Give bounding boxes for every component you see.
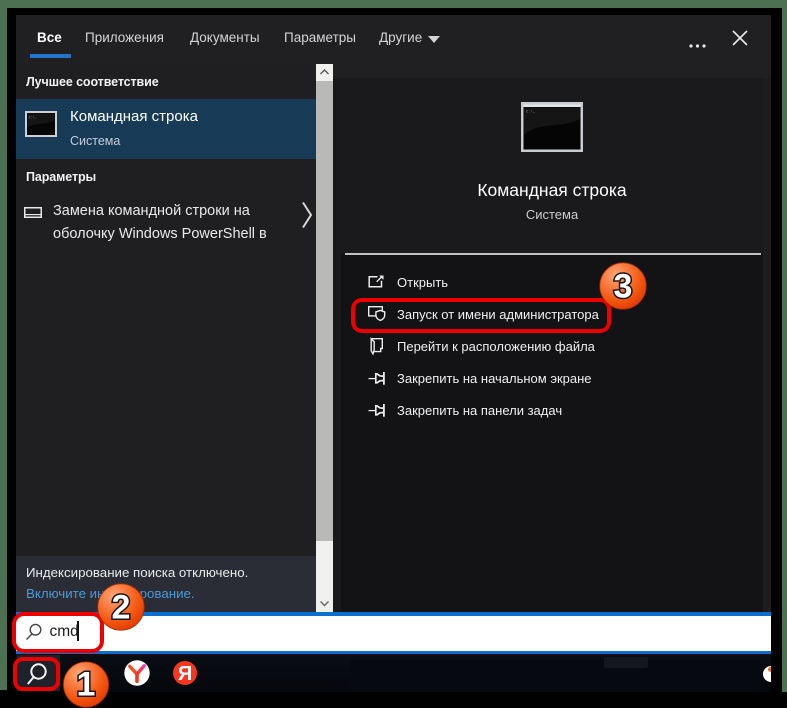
svg-text:2: 2 xyxy=(112,589,131,627)
svg-text:3: 3 xyxy=(614,268,633,306)
svg-text:C:\_: C:\_ xyxy=(29,116,37,120)
svg-text:1: 1 xyxy=(77,666,96,704)
svg-text:C:\_: C:\_ xyxy=(526,110,536,115)
